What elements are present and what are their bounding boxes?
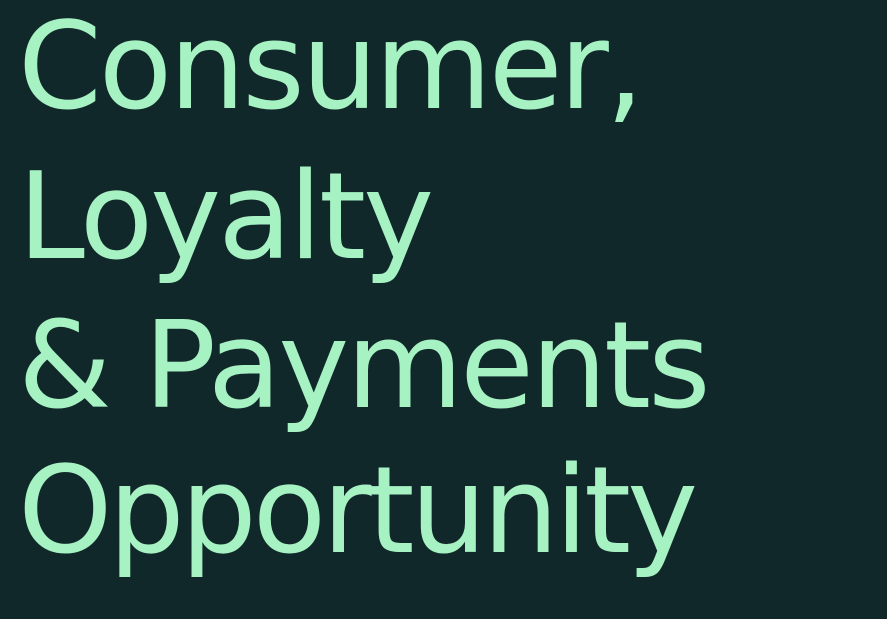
slide-title-block: Consumer, Loyalty & Payments Opportunity [0, 0, 887, 619]
title-line-consumer: Consumer, [18, 0, 644, 137]
title-line-opportunity: Opportunity [18, 442, 698, 581]
title-line-payments: & Payments [18, 297, 711, 436]
title-line-loyalty: Loyalty [18, 148, 434, 287]
